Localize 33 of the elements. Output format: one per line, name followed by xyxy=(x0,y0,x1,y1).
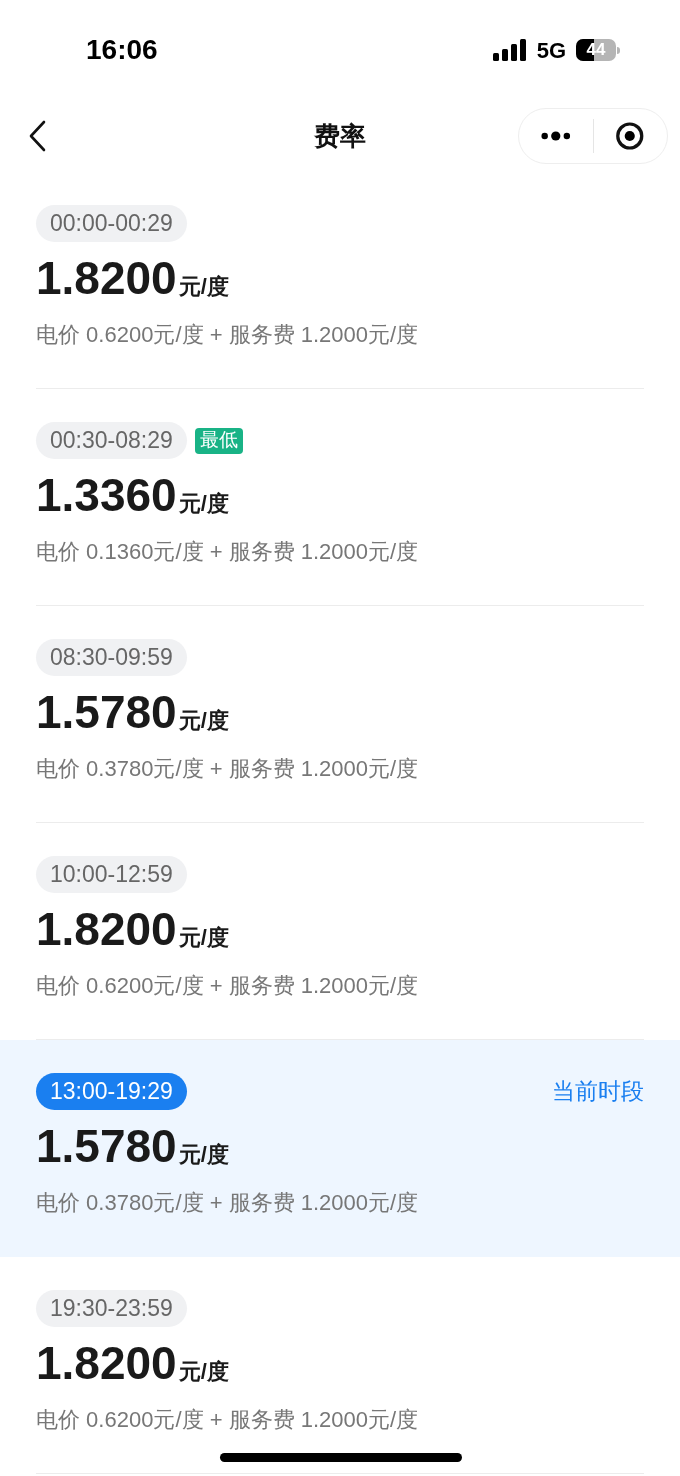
price-breakdown: 电价 0.1360元/度 + 服务费 1.2000元/度 xyxy=(36,538,419,566)
time-range-tag: 08:30-09:59 xyxy=(36,639,187,676)
price-breakdown: 电价 0.6200元/度 + 服务费 1.2000元/度 xyxy=(36,321,419,349)
price: 1.8200 xyxy=(36,1336,177,1391)
price: 1.5780 xyxy=(36,1119,177,1174)
price-unit: 元/度 xyxy=(178,1358,229,1386)
price: 1.5780 xyxy=(36,685,177,740)
time-range-tag: 10:00-12:59 xyxy=(36,856,187,893)
price-breakdown: 电价 0.3780元/度 + 服务费 1.2000元/度 xyxy=(36,755,419,783)
price: 1.8200 xyxy=(36,902,177,957)
price-breakdown: 电价 0.6200元/度 + 服务费 1.2000元/度 xyxy=(36,972,419,1000)
price-breakdown: 电价 0.3780元/度 + 服务费 1.2000元/度 xyxy=(36,1189,419,1217)
price-breakdown: 电价 0.6200元/度 + 服务费 1.2000元/度 xyxy=(36,1406,419,1434)
network-label: 5G xyxy=(536,36,566,65)
status-time: 16:06 xyxy=(86,33,158,67)
price-unit: 元/度 xyxy=(178,273,229,301)
close-icon[interactable] xyxy=(615,120,645,152)
price-unit: 元/度 xyxy=(178,490,229,518)
more-icon[interactable] xyxy=(541,130,571,142)
price: 1.8200 xyxy=(36,251,177,306)
current-period-label: 当前时段 xyxy=(552,1077,644,1107)
price-unit: 元/度 xyxy=(178,924,229,952)
back-icon[interactable] xyxy=(28,120,48,152)
signal-icon xyxy=(492,39,527,61)
time-range-tag: 00:30-08:29 xyxy=(36,422,187,459)
time-range-tag: 19:30-23:59 xyxy=(36,1290,187,1327)
time-range-tag: 00:00-00:29 xyxy=(36,205,187,242)
price-unit: 元/度 xyxy=(178,1141,229,1169)
price-unit: 元/度 xyxy=(178,707,229,735)
page-title: 费率 xyxy=(314,119,366,153)
time-range-tag: 13:00-19:29 xyxy=(36,1073,187,1110)
price: 1.3360 xyxy=(36,468,177,523)
lowest-badge: 最低 xyxy=(194,427,243,454)
